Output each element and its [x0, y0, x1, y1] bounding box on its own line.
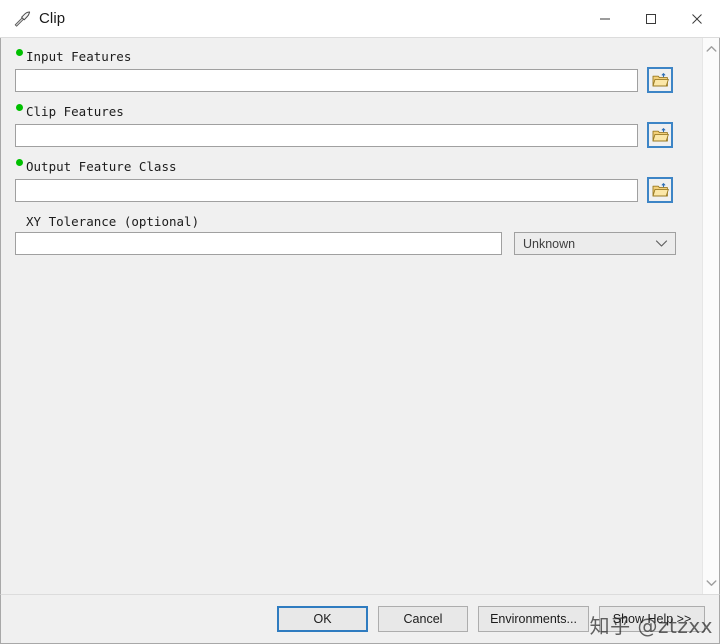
input-row-clip-features: [15, 122, 702, 148]
maximize-button[interactable]: [628, 0, 674, 37]
clip-features-field[interactable]: [15, 123, 638, 147]
xy-tolerance-unit-select[interactable]: Unknown: [514, 232, 676, 255]
required-indicator-icon: [16, 159, 23, 166]
field-xy-tolerance: XY Tolerance (optional) Unknown: [1, 213, 702, 255]
chevron-up-icon: [706, 46, 716, 52]
required-indicator-icon: [16, 49, 23, 56]
minimize-button[interactable]: [582, 0, 628, 37]
field-input-features: Input Features: [1, 48, 702, 93]
input-row-output-feature-class: [15, 177, 702, 203]
xy-tolerance-field[interactable]: [15, 232, 502, 255]
environments-button[interactable]: Environments...: [478, 606, 589, 632]
browse-clip-features-button[interactable]: [647, 122, 673, 148]
minimize-icon: [600, 18, 610, 19]
field-clip-features: Clip Features: [1, 103, 702, 148]
chevron-down-icon: [706, 580, 716, 586]
chevron-down-icon: [655, 240, 668, 247]
field-output-feature-class: Output Feature Class: [1, 158, 702, 203]
title-bar-left: Clip: [0, 9, 65, 29]
label-row-input-features: Input Features: [15, 48, 702, 65]
close-button[interactable]: [674, 0, 720, 37]
window-title: Clip: [39, 10, 66, 27]
dialog-footer: OK Cancel Environments... Show Help >> 知…: [0, 594, 720, 644]
vertical-scrollbar[interactable]: [702, 38, 719, 594]
browse-input-features-button[interactable]: [647, 67, 673, 93]
maximize-icon: [646, 13, 656, 24]
parameters-panel: Input Features Clip Features Output Feat…: [1, 38, 702, 594]
label-row-xy-tolerance: XY Tolerance (optional): [15, 213, 702, 230]
input-row-input-features: [15, 67, 702, 93]
show-help-button[interactable]: Show Help >>: [599, 606, 705, 632]
close-icon: [692, 13, 702, 24]
hammer-icon: [12, 9, 32, 29]
window-controls: [582, 0, 720, 37]
open-folder-icon: [652, 127, 669, 141]
ok-button[interactable]: OK: [277, 606, 368, 632]
label-xy-tolerance: XY Tolerance (optional): [26, 214, 200, 229]
clip-tool-dialog: Clip Input Features Clip Features Output…: [0, 0, 720, 644]
dialog-body: Input Features Clip Features Output Feat…: [0, 38, 720, 594]
scroll-up-button[interactable]: [703, 41, 720, 57]
scrollbar-track[interactable]: [703, 57, 719, 575]
label-input-features: Input Features: [26, 49, 132, 64]
label-row-output-feature-class: Output Feature Class: [15, 158, 702, 175]
label-output-feature-class: Output Feature Class: [26, 159, 177, 174]
cancel-button[interactable]: Cancel: [378, 606, 468, 632]
label-row-clip-features: Clip Features: [15, 103, 702, 120]
title-bar: Clip: [0, 0, 720, 38]
xy-tolerance-unit-value: Unknown: [523, 236, 576, 251]
scroll-down-button[interactable]: [703, 575, 720, 591]
open-folder-icon: [652, 182, 669, 196]
browse-output-feature-class-button[interactable]: [647, 177, 673, 203]
output-feature-class-field[interactable]: [15, 178, 638, 202]
input-features-field[interactable]: [15, 68, 638, 92]
input-row-xy-tolerance: Unknown: [15, 232, 702, 255]
open-folder-icon: [652, 72, 669, 86]
required-indicator-icon: [16, 104, 23, 111]
label-clip-features: Clip Features: [26, 104, 124, 119]
